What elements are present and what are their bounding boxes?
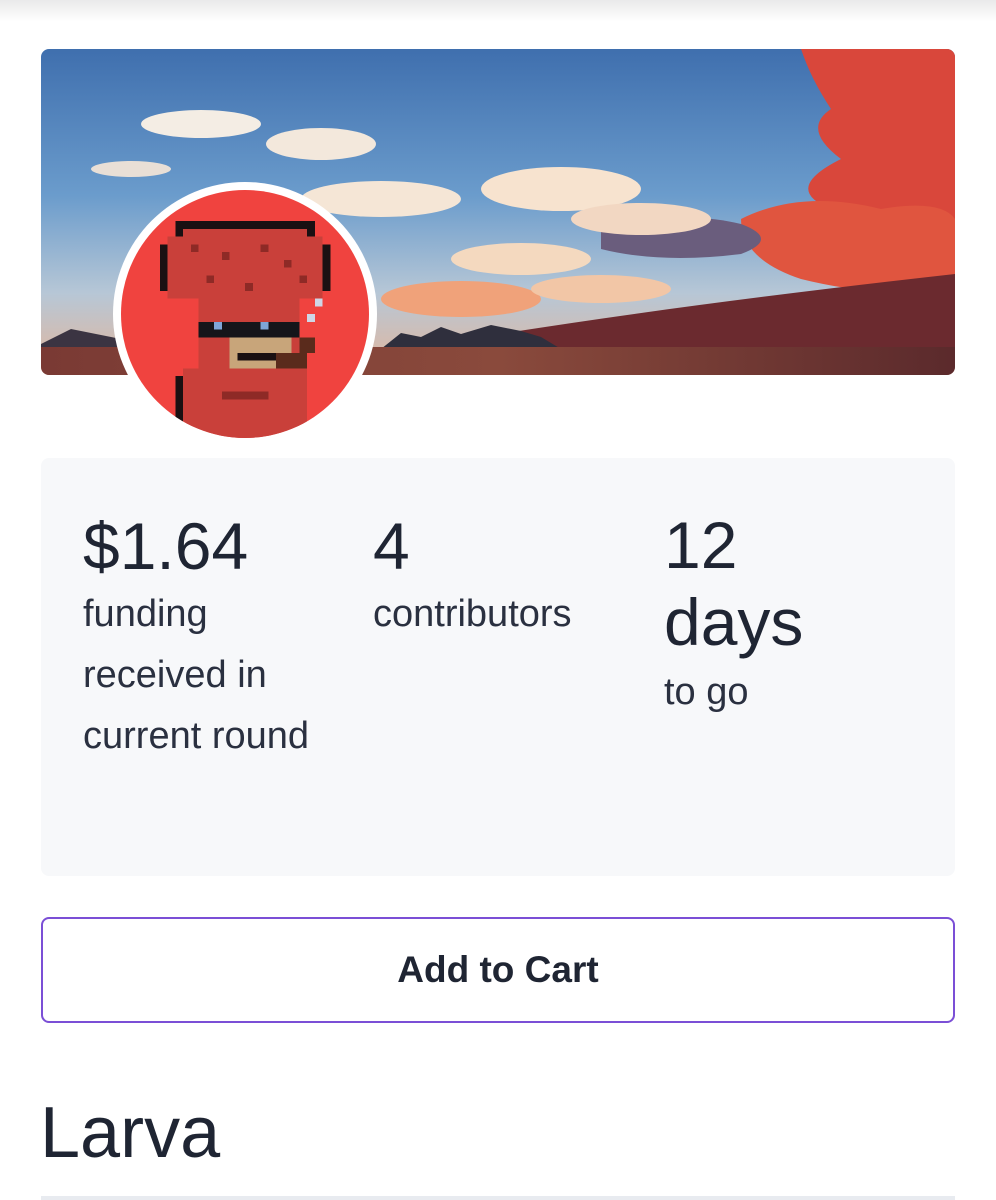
funding-stat: $1.64 funding received in current round: [83, 508, 313, 767]
contributors-stat: 4 contributors: [373, 508, 613, 645]
project-avatar: [113, 182, 377, 446]
project-title: Larva: [40, 1093, 221, 1173]
funding-label: funding received in current round: [83, 593, 310, 757]
time-left-label: to go: [664, 671, 749, 713]
project-stats-panel: $1.64 funding received in current round …: [41, 458, 955, 876]
contributors-count: 4: [373, 509, 410, 583]
top-shade: [0, 0, 996, 22]
add-to-cart-button[interactable]: Add to Cart: [41, 917, 955, 1023]
section-divider: [41, 1196, 955, 1200]
time-left-stat: 12 days to go: [664, 508, 914, 723]
funding-amount: $1.64: [83, 509, 249, 583]
days-unit: days: [664, 585, 804, 659]
contributors-label: contributors: [373, 593, 572, 635]
days-left-count: 12: [664, 508, 738, 582]
